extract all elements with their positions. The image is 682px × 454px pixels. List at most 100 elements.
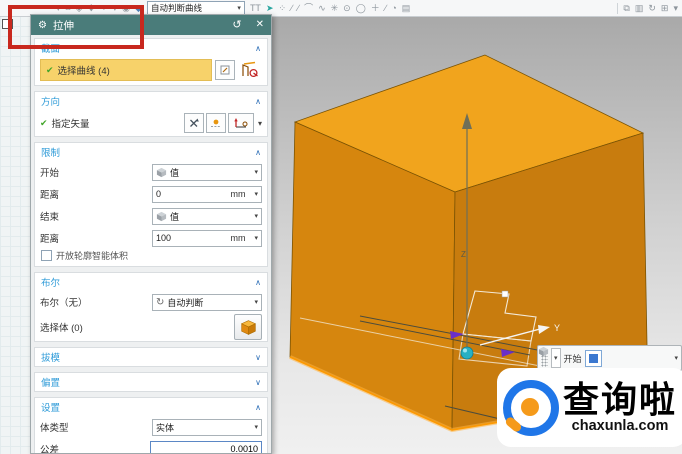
move-icon[interactable]: ✥ bbox=[88, 4, 96, 13]
curve-rule-combobox[interactable]: 自动判断曲线 ▾ bbox=[147, 1, 245, 15]
group-offset-header[interactable]: 偏置 ∨ bbox=[35, 373, 267, 391]
minibar-dropdown-caret-icon[interactable]: ▾ bbox=[674, 354, 678, 362]
slash-icon[interactable]: ∕ bbox=[385, 4, 387, 13]
end-option-dropdown[interactable]: 值 ▾ bbox=[152, 208, 262, 225]
window-overlay-icon[interactable]: ⧉ bbox=[623, 4, 629, 13]
specify-vector-row: ✔ 指定矢量 bbox=[35, 110, 267, 136]
select-curve-field[interactable]: ✔ 选择曲线 (4) bbox=[40, 59, 212, 81]
chevron-up-icon[interactable]: ∧ bbox=[255, 97, 261, 106]
group-direction: 方向 ∧ ✔ 指定矢量 bbox=[34, 91, 268, 137]
check-icon: ✔ bbox=[40, 118, 48, 129]
group-limits: 限制 ∧ 开始 值 ▾ 距离 0 bbox=[34, 142, 268, 267]
body-type-dropdown[interactable]: 实体 ▾ bbox=[152, 419, 262, 436]
nx-application-window: ▾ ⌗ ◈ ✥ ⁘ ▾ ◉ ◆ 自动判断曲线 ▾ TT ➤ ⁘ ∕ ∕ ⌒ ∿ … bbox=[0, 0, 682, 454]
group-settings-title: 设置 bbox=[41, 400, 60, 414]
line-icon[interactable]: ∕ bbox=[291, 4, 293, 13]
line2-icon[interactable]: ∕ bbox=[298, 4, 300, 13]
chevron-up-icon[interactable]: ∧ bbox=[255, 403, 261, 412]
group-settings-header[interactable]: 设置 ∧ bbox=[35, 398, 267, 416]
point-on-axis-icon bbox=[210, 117, 222, 129]
origin-marker bbox=[502, 291, 508, 297]
dropdown-caret-icon: ▾ bbox=[254, 423, 258, 431]
toolbar-end-group: ⧉ ▥ ↻ ⊞ ▾ bbox=[617, 3, 678, 14]
start-label: 开始 bbox=[40, 165, 59, 179]
start-row: 开始 值 ▾ bbox=[35, 161, 267, 183]
extrude-dialog: ⚙ 拉伸 ↺ ✕ 截面 ∧ ✔ 选择曲线 (4) bbox=[30, 14, 272, 454]
circle-icon[interactable]: ◯ bbox=[356, 4, 366, 13]
boolean-value: 自动判断 bbox=[167, 296, 203, 309]
left-grid-strip bbox=[0, 16, 30, 454]
quadrant-icon[interactable]: ◔ bbox=[391, 4, 396, 13]
vector-dropdown-caret-icon[interactable]: ▾ bbox=[258, 119, 262, 128]
two-points-snap-icon[interactable]: TT bbox=[250, 4, 261, 13]
inferred-vector-button[interactable] bbox=[184, 113, 204, 133]
plus-snap-icon[interactable]: ＋ bbox=[371, 4, 380, 13]
snap-diamond-icon[interactable]: ◈ bbox=[76, 4, 83, 13]
lattice-icon[interactable]: ⁘ bbox=[100, 4, 108, 13]
arrow-snap-icon[interactable]: ➤ bbox=[266, 4, 274, 13]
gear-icon: ⚙ bbox=[38, 20, 47, 31]
chevron-up-icon[interactable]: ∧ bbox=[255, 148, 261, 157]
tolerance-input[interactable] bbox=[150, 441, 262, 454]
body-type-label: 体类型 bbox=[40, 420, 69, 434]
end-distance-field[interactable]: 100 mm ▾ bbox=[152, 230, 262, 247]
panel-icon[interactable]: ▥ bbox=[635, 4, 644, 13]
group-direction-header[interactable]: 方向 ∧ bbox=[35, 92, 267, 110]
dropdown-caret-icon: ▾ bbox=[254, 190, 258, 198]
value-cube-icon bbox=[538, 346, 549, 357]
sphere-icon[interactable]: ◉ bbox=[122, 4, 130, 13]
boolean-dropdown[interactable]: ↻ 自动判断 ▾ bbox=[152, 294, 262, 311]
extrude-dialog-header[interactable]: ⚙ 拉伸 ↺ ✕ bbox=[31, 15, 271, 35]
group-section-title: 截面 bbox=[41, 41, 60, 55]
chevron-down-icon[interactable]: ∨ bbox=[255, 353, 261, 362]
start-distance-field[interactable]: 0 mm ▾ bbox=[152, 186, 262, 203]
crossed-arrows-icon bbox=[188, 117, 200, 129]
group-boolean-header[interactable]: 布尔 ∧ bbox=[35, 273, 267, 291]
reset-button[interactable]: ↺ bbox=[232, 20, 241, 31]
origin-drag-handle[interactable] bbox=[461, 347, 473, 359]
point-dialog-button[interactable] bbox=[215, 60, 235, 80]
boolean-row: 布尔（无） ↻ 自动判断 ▾ bbox=[35, 291, 267, 313]
toolbar-dropdown-icon[interactable]: ▾ bbox=[56, 4, 61, 13]
y-axis-label: Y bbox=[554, 323, 560, 333]
combobox-caret-icon: ▾ bbox=[237, 4, 241, 12]
end-dropdown-icon[interactable]: ▾ bbox=[673, 4, 678, 13]
select-curve-row: ✔ 选择曲线 (4) bbox=[40, 59, 262, 81]
point-cloud-icon[interactable]: ⁘ bbox=[278, 4, 286, 13]
minibar-value-field[interactable] bbox=[585, 350, 602, 367]
start-option-dropdown[interactable]: 值 ▾ bbox=[152, 164, 262, 181]
circle-center-icon[interactable]: ⊙ bbox=[343, 4, 351, 13]
group-section-header[interactable]: 截面 ∧ bbox=[35, 39, 267, 57]
start-limit-option-button[interactable]: ▾ bbox=[551, 348, 561, 368]
watermark: 查询啦 chaxunla.com bbox=[497, 368, 682, 447]
group-limits-title: 限制 bbox=[41, 145, 60, 159]
grid-window-icon[interactable]: ⊞ bbox=[661, 4, 669, 13]
asterisk-snap-icon[interactable]: ✳ bbox=[331, 4, 339, 13]
minibar-value-swatch bbox=[589, 354, 598, 363]
chevron-up-icon[interactable]: ∧ bbox=[255, 278, 261, 287]
open-profile-checkbox[interactable] bbox=[41, 250, 52, 261]
select-body-button[interactable] bbox=[234, 314, 262, 340]
group-draft-header[interactable]: 拔模 ∨ bbox=[35, 348, 267, 366]
arc-icon[interactable]: ⌒ bbox=[304, 4, 313, 13]
group-draft-title: 拔模 bbox=[41, 350, 60, 364]
value-cube-icon bbox=[156, 211, 167, 222]
inferred-icon: ↻ bbox=[156, 297, 164, 308]
watermark-logo-icon bbox=[503, 380, 559, 436]
snap-grid-icon[interactable]: ⌗ bbox=[66, 4, 71, 13]
specify-vector-label: 指定矢量 bbox=[52, 116, 90, 130]
list-icon[interactable]: ▤ bbox=[402, 4, 411, 13]
cube-icon[interactable]: ◆ bbox=[135, 4, 142, 13]
lattice-dropdown-icon[interactable]: ▾ bbox=[113, 4, 118, 13]
refresh-icon[interactable]: ↻ bbox=[648, 4, 656, 13]
close-button[interactable]: ✕ bbox=[256, 20, 264, 30]
group-limits-header[interactable]: 限制 ∧ bbox=[35, 143, 267, 161]
spline-icon[interactable]: ∿ bbox=[318, 4, 326, 13]
point-vector-button[interactable] bbox=[206, 113, 226, 133]
group-direction-title: 方向 bbox=[41, 94, 60, 108]
start-option-value: 值 bbox=[170, 166, 179, 179]
chevron-down-icon[interactable]: ∨ bbox=[255, 378, 261, 387]
vector-dialog-button[interactable] bbox=[228, 113, 254, 133]
sketch-section-button[interactable] bbox=[238, 59, 262, 81]
chevron-up-icon[interactable]: ∧ bbox=[255, 44, 261, 53]
